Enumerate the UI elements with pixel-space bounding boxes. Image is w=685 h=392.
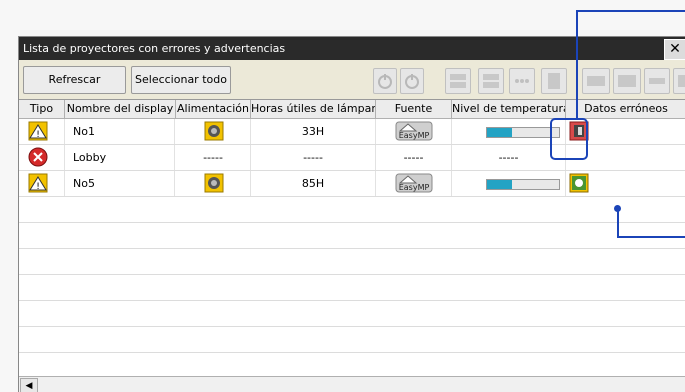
column-header-source[interactable]: Fuente bbox=[376, 100, 452, 118]
projector-list-window: Lista de proyectores con errores y adver… bbox=[18, 36, 685, 392]
temperature-cell bbox=[452, 119, 566, 144]
column-header-power[interactable]: Alimentación bbox=[176, 100, 251, 118]
callout-highlight-box bbox=[550, 118, 588, 160]
display-name: No5 bbox=[65, 171, 175, 196]
error-icon bbox=[28, 147, 48, 167]
input-network-icon[interactable] bbox=[541, 68, 567, 94]
input-computer1-icon[interactable] bbox=[445, 68, 471, 94]
easymp-icon: EasyMP bbox=[395, 121, 433, 141]
lamp-hours: ----- bbox=[251, 145, 376, 170]
type-cell: ! bbox=[19, 171, 65, 196]
column-header-display-name[interactable]: Nombre del display bbox=[65, 100, 176, 118]
source-cell: EasyMP bbox=[376, 171, 452, 196]
empty-row bbox=[19, 327, 685, 353]
temperature-bar bbox=[486, 179, 560, 190]
power-off-icon[interactable] bbox=[373, 68, 397, 94]
input-svideo-icon[interactable] bbox=[582, 68, 610, 94]
warning-icon: ! bbox=[28, 121, 48, 141]
refresh-button[interactable]: Refrescar bbox=[23, 66, 126, 94]
column-header-error-data[interactable]: Datos erróneos bbox=[566, 100, 685, 118]
input-video-icon[interactable] bbox=[509, 68, 535, 94]
callout-line bbox=[576, 10, 578, 118]
empty-row bbox=[19, 223, 685, 249]
callout-line bbox=[576, 10, 685, 12]
temperature-bar bbox=[486, 127, 560, 138]
display-name: No1 bbox=[65, 119, 175, 144]
source-cell: EasyMP bbox=[376, 119, 452, 144]
input-usb-icon[interactable] bbox=[644, 68, 670, 94]
column-header-type[interactable]: Tipo bbox=[19, 100, 65, 118]
svg-text:EasyMP: EasyMP bbox=[399, 183, 430, 192]
toolbar: Refrescar Seleccionar todo bbox=[19, 60, 685, 98]
temperature-cell bbox=[452, 171, 566, 196]
display-name: Lobby bbox=[65, 145, 175, 170]
input-computer2-icon[interactable] bbox=[478, 68, 504, 94]
scroll-left-icon[interactable]: ◀ bbox=[20, 378, 38, 392]
power-cell bbox=[176, 171, 251, 196]
fan-error-icon bbox=[569, 173, 589, 193]
power-value: ----- bbox=[176, 145, 251, 170]
horizontal-scrollbar[interactable]: ◀ bbox=[19, 376, 685, 392]
table-row[interactable]: ! No5 85H EasyMP bbox=[19, 171, 685, 197]
lamp-hours: 33H bbox=[251, 119, 376, 144]
table-header: Tipo Nombre del display Alimentación Hor… bbox=[19, 100, 685, 119]
empty-row bbox=[19, 249, 685, 275]
empty-row bbox=[19, 301, 685, 327]
power-on-icon[interactable] bbox=[400, 68, 424, 94]
empty-row bbox=[19, 275, 685, 301]
svg-text:!: ! bbox=[36, 130, 40, 140]
column-header-temperature[interactable]: Nivel de temperatura bbox=[452, 100, 566, 118]
svg-text:!: ! bbox=[36, 182, 40, 192]
type-cell bbox=[19, 145, 65, 170]
column-header-lamp-hours[interactable]: Horas útiles de lámpara bbox=[251, 100, 376, 118]
type-cell: ! bbox=[19, 119, 65, 144]
mute-icon[interactable] bbox=[673, 68, 685, 94]
callout-line bbox=[617, 208, 619, 238]
input-hdmi-icon[interactable] bbox=[613, 68, 641, 94]
temperature-value: ----- bbox=[452, 145, 566, 170]
close-button[interactable]: ✕ bbox=[664, 39, 685, 60]
power-cell bbox=[176, 119, 251, 144]
easymp-icon: EasyMP bbox=[395, 173, 433, 193]
select-all-button[interactable]: Seleccionar todo bbox=[131, 66, 231, 94]
window-title: Lista de proyectores con errores y adver… bbox=[23, 42, 286, 55]
lamp-power-icon bbox=[204, 173, 224, 193]
svg-text:EasyMP: EasyMP bbox=[399, 131, 430, 140]
callout-line bbox=[617, 236, 685, 238]
warning-icon: ! bbox=[28, 173, 48, 193]
callout-dot bbox=[614, 205, 621, 212]
empty-row bbox=[19, 197, 685, 223]
error-data-cell bbox=[566, 171, 685, 196]
lamp-hours: 85H bbox=[251, 171, 376, 196]
window-titlebar: Lista de proyectores con errores y adver… bbox=[19, 37, 685, 60]
lamp-power-icon bbox=[204, 121, 224, 141]
source-value: ----- bbox=[376, 145, 452, 170]
